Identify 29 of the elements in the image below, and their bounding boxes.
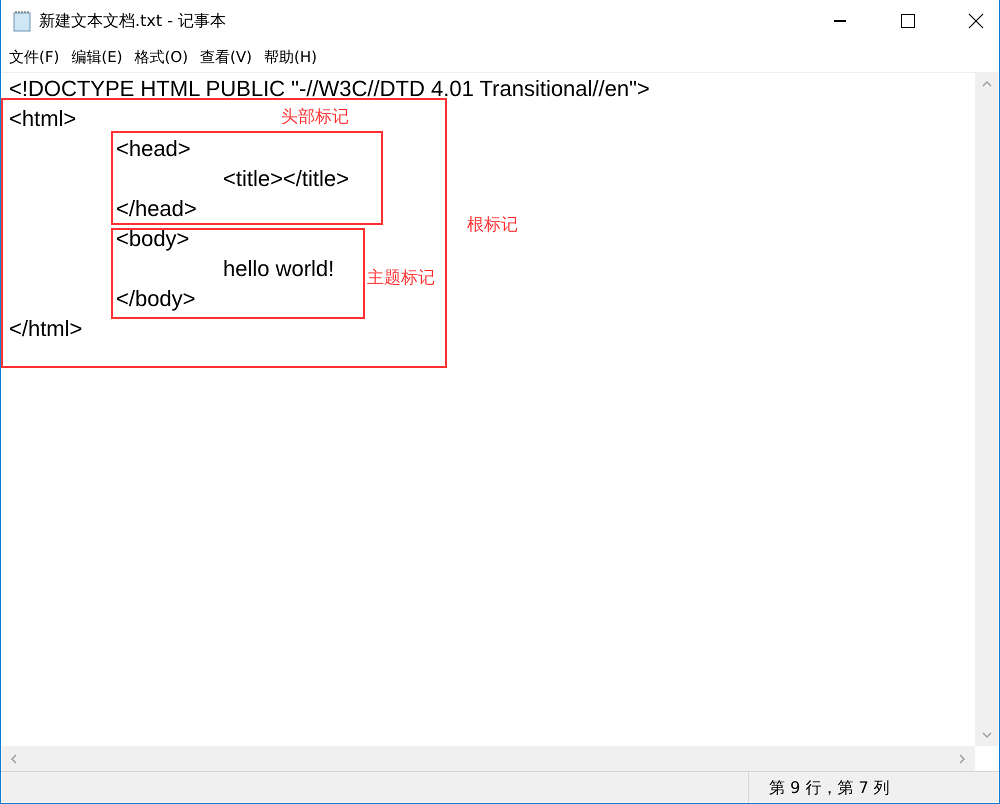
annotation-label: 根标记 — [467, 214, 518, 236]
code-line: </head> — [115, 195, 197, 223]
menu-item[interactable]: 查看(V) — [200, 48, 252, 66]
window-title: 新建文本文档.txt - 记事本 — [39, 10, 228, 32]
code-line: <!DOCTYPE HTML PUBLIC "-//W3C//DTD 4.01 Transitional//en"> — [9, 75, 650, 103]
cursor-position: 第 9 行，第 7 列 — [768, 777, 891, 799]
scroll-left-icon[interactable] — [9, 754, 19, 764]
code-line: <html> — [9, 105, 76, 133]
scroll-right-icon[interactable] — [957, 754, 967, 764]
minimize-icon — [834, 20, 846, 22]
menu-item[interactable]: 帮助(H) — [264, 48, 317, 66]
code-line: </html> — [9, 315, 82, 343]
code-line: <body> — [115, 225, 190, 253]
close-icon — [968, 13, 984, 29]
scroll-down-icon[interactable] — [982, 730, 992, 740]
annotation-label: 头部标记 — [281, 106, 349, 128]
code-line: hello world! — [222, 255, 334, 283]
code-line: </body> — [115, 285, 196, 313]
scroll-up-icon[interactable] — [982, 79, 992, 89]
vertical-scrollbar[interactable] — [975, 73, 999, 746]
maximize-icon — [901, 14, 915, 28]
annotation-label: 主题标记 — [367, 267, 435, 289]
menu-item[interactable]: 格式(O) — [134, 48, 188, 66]
code-line: <head> — [115, 135, 191, 163]
notepad-icon — [13, 10, 31, 32]
menu-item[interactable]: 编辑(E) — [71, 48, 123, 66]
menu-item[interactable]: 文件(F) — [9, 48, 60, 66]
horizontal-scrollbar[interactable] — [1, 746, 975, 771]
code-line: <title></title> — [222, 165, 349, 193]
